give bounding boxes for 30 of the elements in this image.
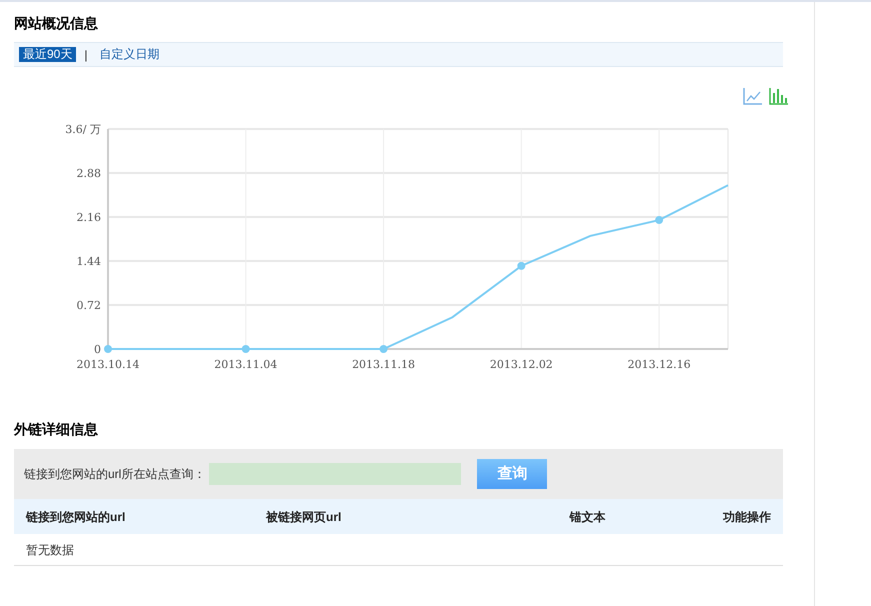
section-title: 网站概况信息 [14, 15, 99, 34]
y-tick-label: 0 [94, 343, 101, 356]
y-tick-label: 0.72 [76, 299, 101, 312]
column-header: 被链接网页url [266, 508, 342, 526]
data-point [242, 345, 250, 353]
date-range-tab[interactable]: 自定义日期 [95, 47, 164, 62]
x-tick-label: 2013.10.14 [76, 358, 140, 371]
url-input-field[interactable] [209, 463, 462, 485]
y-tick-label: 1.44 [76, 255, 101, 268]
date-range-tab[interactable]: 最近90天 [19, 47, 76, 62]
data-point [517, 262, 526, 270]
separator: | [84, 46, 88, 64]
empty-message: 暂无数据 [26, 542, 74, 558]
bar-chart-icon[interactable] [769, 87, 789, 105]
column-header: 功能操作 [722, 508, 771, 526]
x-tick-label: 2013.12.16 [628, 358, 691, 371]
y-tick-label: 2.16 [76, 211, 101, 224]
query-label: 链接到您网站的url所在站点查询： [24, 466, 206, 483]
column-header: 链接到您网站的url [26, 508, 126, 526]
x-tick-label: 2013.11.04 [214, 358, 278, 371]
data-point [655, 216, 664, 224]
line-chart-icon[interactable] [743, 87, 763, 105]
x-tick-label: 2013.12.02 [490, 358, 553, 371]
data-point [380, 345, 388, 353]
y-tick-label: 2.88 [76, 167, 101, 180]
column-header: 锚文本 [568, 508, 606, 526]
x-tick-label: 2013.11.18 [352, 358, 416, 371]
data-point [104, 345, 112, 353]
y-tick-label: 3.6/ 万 [65, 123, 101, 136]
section-title: 外链详细信息 [14, 420, 99, 440]
